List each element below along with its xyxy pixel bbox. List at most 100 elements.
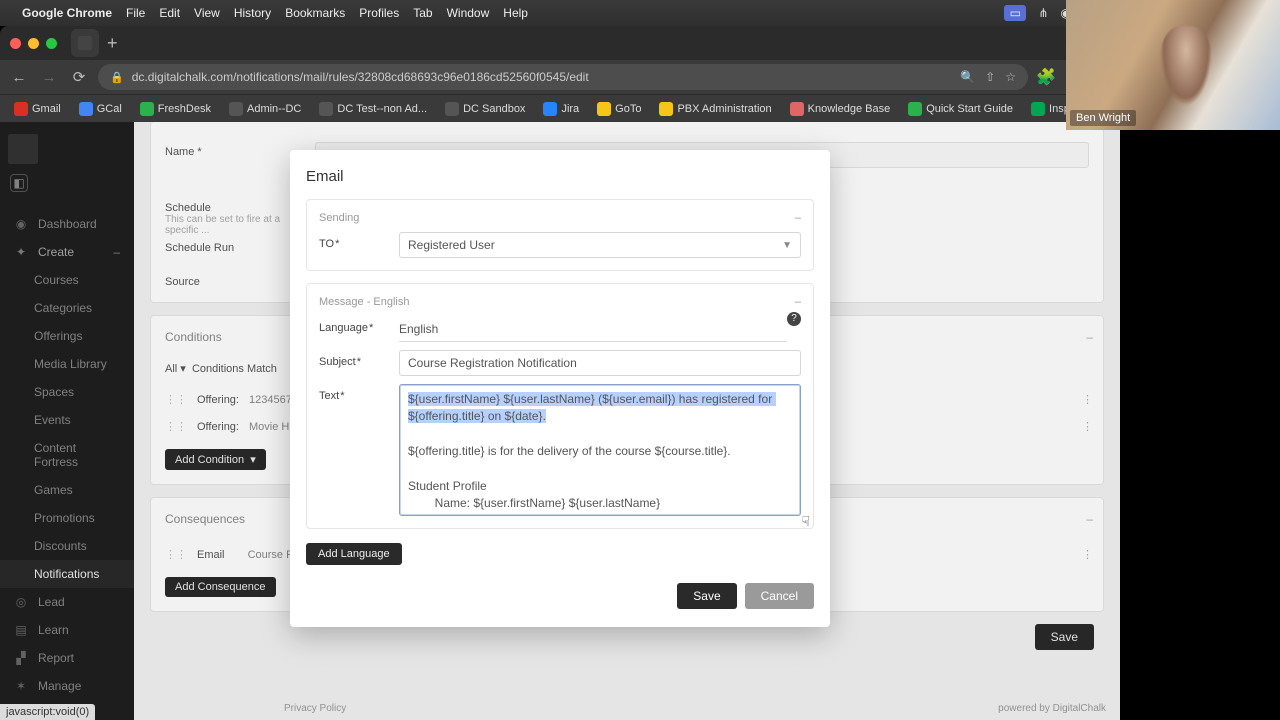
to-select[interactable]: Registered User ▼ [399, 232, 801, 258]
bookmark-item[interactable]: Knowledge Base [784, 100, 897, 118]
bookmark-item[interactable]: PBX Administration [653, 100, 777, 118]
browser-tab[interactable] [71, 29, 99, 57]
conditions-header: Conditions [165, 330, 222, 344]
sidebar-item-games[interactable]: Games [0, 476, 134, 504]
bookmark-item[interactable]: Admin--DC [223, 100, 307, 118]
bookmark-label: Jira [561, 103, 579, 115]
menu-history[interactable]: History [234, 6, 271, 20]
window-controls [10, 38, 57, 49]
bookmark-item[interactable]: DC Test--non Ad... [313, 100, 433, 118]
row-more-icon[interactable]: ⋮ [1082, 548, 1093, 561]
subject-input[interactable] [399, 350, 801, 376]
language-value: English [399, 322, 438, 336]
menu-window[interactable]: Window [447, 6, 490, 20]
sidebar-item-manage[interactable]: ✶Manage [0, 672, 134, 700]
new-tab-button[interactable]: + [107, 33, 118, 54]
selected-text: ${user.firstName} ${user.lastName} (${us… [408, 392, 776, 423]
sidebar-item-courses[interactable]: Courses [0, 266, 134, 294]
drag-handle-icon[interactable]: ⋮⋮ [165, 420, 187, 433]
bookmark-item[interactable]: FreshDesk [134, 100, 217, 118]
minimize-window-icon[interactable] [28, 38, 39, 49]
modal-title: Email [306, 168, 814, 185]
sidebar-item-media-library[interactable]: Media Library [0, 350, 134, 378]
menu-tab[interactable]: Tab [413, 6, 432, 20]
sidebar-item-categories[interactable]: Categories [0, 294, 134, 322]
forward-button[interactable]: → [38, 69, 60, 86]
collapse-icon[interactable]: – [1086, 512, 1093, 526]
menu-bookmarks[interactable]: Bookmarks [285, 6, 345, 20]
row-more-icon[interactable]: ⋮ [1082, 393, 1093, 406]
body-text: ${offering.title} is for the delivery of… [408, 444, 731, 516]
menu-extra-icon[interactable]: ⋔ [1038, 6, 1048, 20]
add-language-button[interactable]: Add Language [306, 543, 402, 565]
sidebar-item-report[interactable]: ▞Report [0, 644, 134, 672]
row-more-icon[interactable]: ⋮ [1082, 420, 1093, 433]
sidebar-item-dashboard[interactable]: ◉Dashboard [0, 210, 134, 238]
sidebar-item-learn[interactable]: ▤Learn [0, 616, 134, 644]
sidebar-item-spaces[interactable]: Spaces [0, 378, 134, 406]
collapse-sidebar-icon[interactable]: ◧ [10, 174, 28, 192]
close-window-icon[interactable] [10, 38, 21, 49]
collapse-icon[interactable]: – [795, 212, 801, 224]
app-sidebar: ◧ ◉Dashboard ✦Create– Courses Categories… [0, 122, 134, 720]
sidebar-item-label: Categories [34, 301, 92, 315]
extensions-icon[interactable]: 🧩 [1036, 67, 1056, 87]
collapse-icon[interactable]: – [1086, 330, 1093, 344]
sidebar-item-create[interactable]: ✦Create– [0, 238, 134, 266]
bookmark-item[interactable]: GCal [73, 100, 128, 118]
favicon-icon [1031, 102, 1045, 116]
webcam-thumbnail[interactable]: Ben Wright [1066, 0, 1280, 130]
help-icon[interactable]: ? [787, 312, 801, 326]
bookmark-star-icon[interactable]: ☆ [1005, 70, 1016, 84]
address-bar[interactable]: 🔒 dc.digitalchalk.com/notifications/mail… [98, 64, 1028, 90]
sidebar-item-lead[interactable]: ◎Lead [0, 588, 134, 616]
bookmark-label: PBX Administration [677, 103, 771, 115]
language-label: Language [319, 322, 373, 334]
favicon-icon [229, 102, 243, 116]
menu-edit[interactable]: Edit [159, 6, 180, 20]
share-icon[interactable]: ⇧ [985, 70, 995, 84]
menu-file[interactable]: File [126, 6, 145, 20]
add-condition-button[interactable]: Add Condition ▾ [165, 449, 266, 470]
page-save-button[interactable]: Save [1035, 624, 1094, 650]
sidebar-item-content-fortress[interactable]: Content Fortress [0, 434, 134, 476]
bookmark-item[interactable]: DC Sandbox [439, 100, 531, 118]
conditions-match-label: Conditions Match [192, 363, 277, 375]
cancel-button[interactable]: Cancel [745, 583, 814, 609]
conditions-mode-dropdown[interactable]: All ▾ [165, 363, 186, 375]
fullscreen-window-icon[interactable] [46, 38, 57, 49]
app-name[interactable]: Google Chrome [22, 6, 112, 20]
reload-button[interactable]: ⟳ [68, 68, 90, 86]
drag-handle-icon[interactable]: ⋮⋮ [165, 393, 187, 406]
language-select[interactable]: English [399, 316, 787, 342]
screenshare-indicator-icon[interactable]: ▭ [1004, 5, 1026, 21]
search-in-page-icon[interactable]: 🔍 [960, 70, 975, 84]
bookmark-item[interactable]: Jira [537, 100, 585, 118]
menu-profiles[interactable]: Profiles [359, 6, 399, 20]
gear-icon: ✦ [14, 245, 28, 259]
back-button[interactable]: ← [8, 69, 30, 86]
menu-view[interactable]: View [194, 6, 220, 20]
add-consequence-button[interactable]: Add Consequence [165, 577, 276, 597]
sidebar-item-promotions[interactable]: Promotions [0, 504, 134, 532]
collapse-icon[interactable]: – [795, 296, 801, 308]
sidebar-item-offerings[interactable]: Offerings [0, 322, 134, 350]
gauge-icon: ◉ [14, 217, 28, 231]
sidebar-item-events[interactable]: Events [0, 406, 134, 434]
bookmarks-bar: Gmail GCal FreshDesk Admin--DC DC Test--… [0, 94, 1120, 122]
bookmark-label: DC Sandbox [463, 103, 525, 115]
sidebar-item-discounts[interactable]: Discounts [0, 532, 134, 560]
bookmark-item[interactable]: Quick Start Guide [902, 100, 1019, 118]
privacy-link[interactable]: Privacy Policy [284, 703, 346, 714]
save-button[interactable]: Save [677, 583, 736, 609]
bookmark-item[interactable]: Gmail [8, 100, 67, 118]
text-area[interactable]: ${user.firstName} ${user.lastName} (${us… [399, 384, 801, 516]
panel-title: Sending [319, 212, 359, 224]
favicon-icon [597, 102, 611, 116]
drag-handle-icon[interactable]: ⋮⋮ [165, 548, 187, 561]
menu-help[interactable]: Help [503, 6, 528, 20]
sidebar-item-notifications[interactable]: Notifications [0, 560, 134, 588]
bookmark-item[interactable]: GoTo [591, 100, 647, 118]
avatar[interactable] [8, 134, 38, 164]
to-value: Registered User [408, 238, 495, 252]
